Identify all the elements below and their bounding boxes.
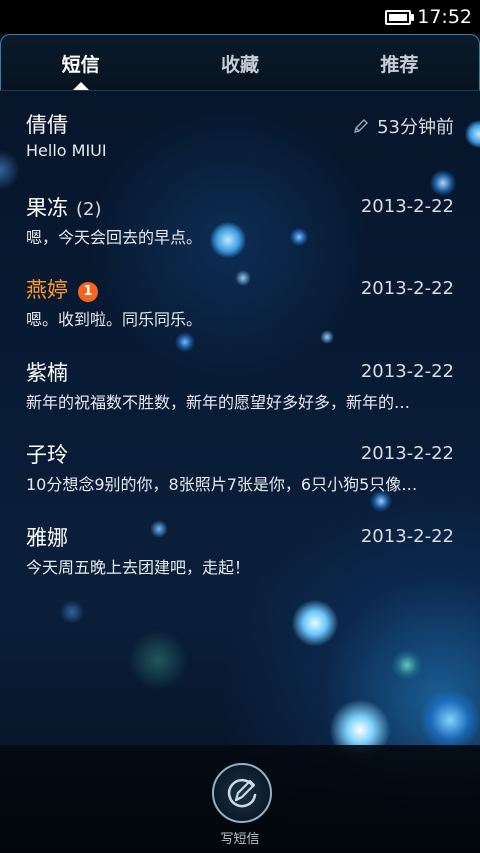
bottom-bar: 写短信 bbox=[0, 745, 480, 853]
compose-button[interactable] bbox=[212, 763, 272, 823]
compose-message-icon bbox=[227, 778, 257, 808]
message-preview: 今天周五晚上去团建吧，走起！ bbox=[26, 557, 251, 577]
tab-sms[interactable]: 短信 bbox=[1, 35, 160, 91]
status-bar: 17:52 bbox=[0, 0, 480, 34]
conversation-row[interactable]: 燕婷 1 2013-2-22 嗯。收到啦。同乐同乐。 bbox=[0, 256, 480, 339]
contact-name: 倩倩 bbox=[26, 113, 68, 137]
message-time: 2013-2-22 bbox=[360, 195, 454, 217]
conversation-list: 倩倩 53分钟前 Hello MIUI 果冻 (2) 2013-2-22 嗯，今天… bbox=[0, 91, 480, 586]
contact-name: 雅娜 bbox=[26, 525, 68, 550]
message-preview: 新年的祝福数不胜数，新年的愿望好多好多，新年的… bbox=[26, 392, 411, 412]
message-time: 2013-2-22 bbox=[360, 525, 454, 547]
message-time: 2013-2-22 bbox=[360, 278, 454, 299]
conversation-row[interactable]: 紫楠 2013-2-22 新年的祝福数不胜数，新年的愿望好多好多，新年的… bbox=[0, 339, 480, 422]
contact-name: 紫楠 bbox=[26, 360, 68, 385]
compose-label: 写短信 bbox=[220, 832, 260, 847]
draft-pencil-icon bbox=[354, 119, 369, 133]
conversation-row[interactable]: 倩倩 53分钟前 Hello MIUI bbox=[0, 91, 480, 174]
tab-recommended[interactable]: 推荐 bbox=[320, 35, 479, 91]
tab-bar: 短信 收藏 推荐 bbox=[0, 34, 480, 91]
message-preview: 10分想念9别的你，8张照片7张是你，6只小狗5只像… bbox=[26, 475, 418, 494]
conversation-row[interactable]: 雅娜 2013-2-22 今天周五晚上去团建吧，走起！ bbox=[0, 504, 480, 587]
contact-name: 燕婷 1 bbox=[26, 274, 98, 304]
conversation-row[interactable]: 果冻 (2) 2013-2-22 嗯，今天会回去的早点。 bbox=[0, 174, 480, 257]
contact-name: 子玲 bbox=[26, 443, 68, 467]
unread-badge: 1 bbox=[78, 282, 98, 302]
tab-favorites[interactable]: 收藏 bbox=[160, 35, 319, 91]
message-time: 53分钟前 bbox=[353, 113, 454, 139]
message-count: (2) bbox=[76, 198, 102, 220]
contact-name: 果冻 (2) bbox=[26, 195, 102, 220]
battery-full-icon bbox=[385, 9, 415, 25]
message-preview: 嗯，今天会回去的早点。 bbox=[26, 227, 203, 247]
messaging-screen: 17:52 短信 收藏 推荐 倩倩 53分钟前 Hello MIUI 果冻 (2)… bbox=[0, 0, 480, 853]
message-time: 2013-2-22 bbox=[360, 360, 454, 382]
status-clock: 17:52 bbox=[417, 6, 472, 28]
message-preview: Hello MIUI bbox=[26, 141, 107, 160]
conversation-row[interactable]: 子玲 2013-2-22 10分想念9别的你，8张照片7张是你，6只小狗5只像… bbox=[0, 421, 480, 504]
message-preview: 嗯。收到啦。同乐同乐。 bbox=[26, 310, 203, 329]
message-time: 2013-2-22 bbox=[360, 443, 454, 464]
